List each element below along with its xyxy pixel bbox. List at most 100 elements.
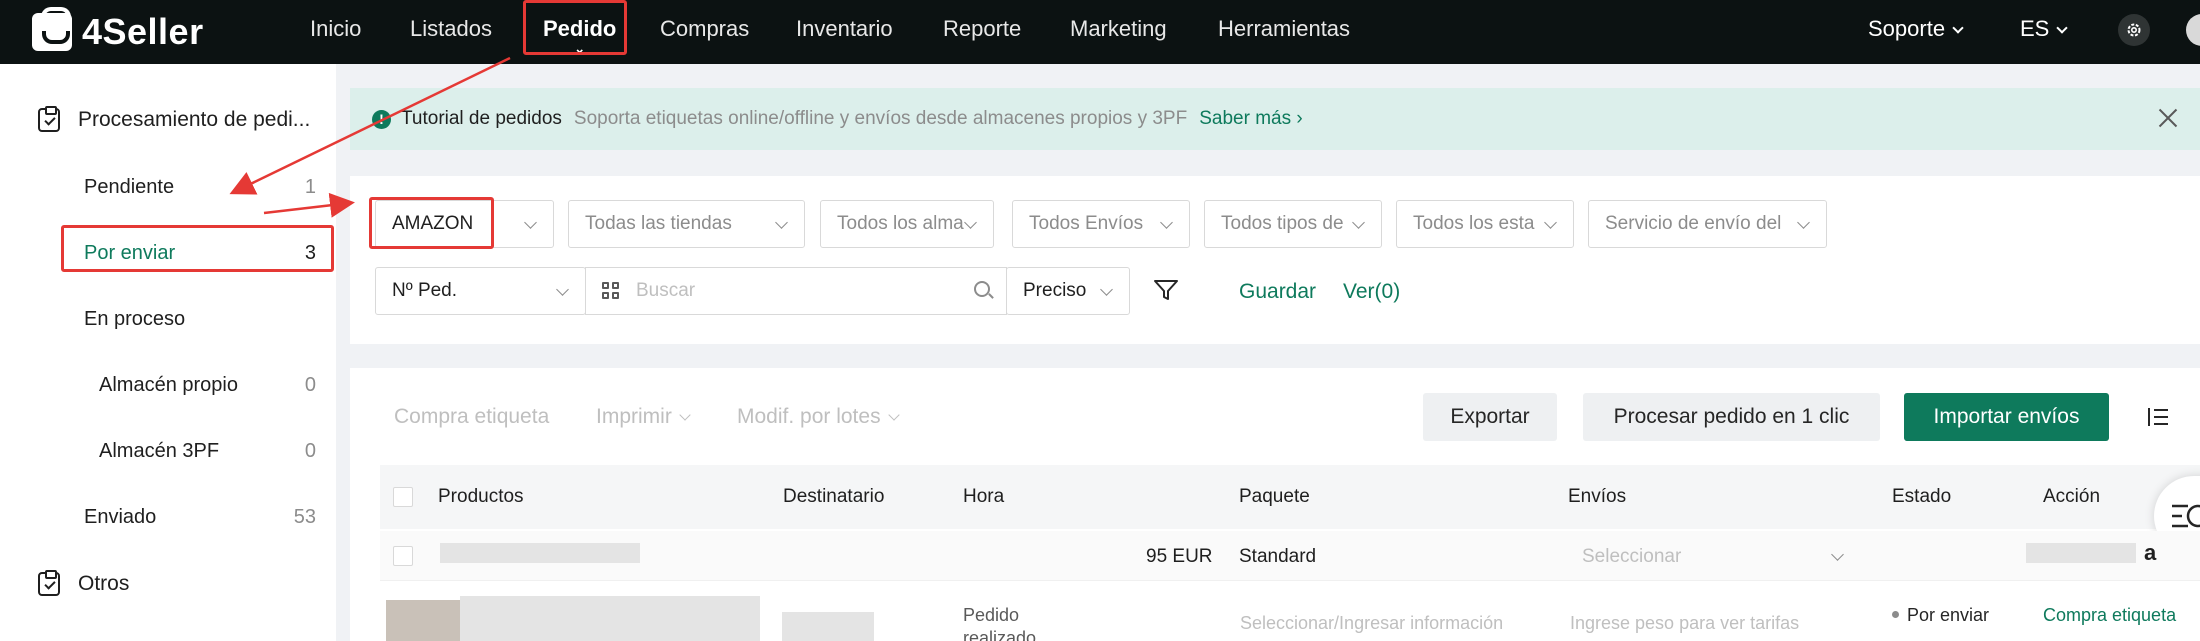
- chevron-down-icon: [1544, 216, 1557, 229]
- learn-more-label: Saber más: [1199, 108, 1292, 129]
- print-label: Imprimir: [596, 405, 672, 428]
- status-badge: Por enviar: [1892, 605, 1989, 626]
- chevron-down-icon: [964, 216, 977, 229]
- status-select-value: Todos los esta: [1413, 213, 1535, 234]
- product-blurred: [440, 543, 640, 563]
- buy-label-button[interactable]: Compra etiqueta: [394, 405, 549, 429]
- sidebar-count-almacen-3pf: 0: [304, 440, 316, 462]
- status-label: Por enviar: [1907, 605, 1990, 625]
- scan-icon: [602, 282, 620, 300]
- sidebar-count-pendiente: 1: [304, 176, 316, 198]
- language-menu[interactable]: ES: [2020, 0, 2069, 58]
- view-saved-button[interactable]: Ver(0): [1343, 280, 1400, 304]
- sidebar-count-enviado: 53: [293, 506, 316, 528]
- user-avatar[interactable]: [2186, 14, 2200, 46]
- sidebar-item-almacen-propio[interactable]: Almacén propio: [99, 374, 238, 397]
- brand-logo[interactable]: 4Seller: [32, 7, 204, 54]
- sidebar-group-order-processing[interactable]: Procesamiento de pedi...: [38, 106, 311, 132]
- sidebar-group-label: Procesamiento de pedi...: [78, 108, 311, 131]
- shipping-service-select[interactable]: Servicio de envío del: [1588, 200, 1827, 248]
- status-select[interactable]: Todos los esta: [1396, 200, 1574, 248]
- nav-item-herramientas[interactable]: Herramientas: [1218, 0, 1350, 58]
- column-header-estado: Estado: [1892, 486, 1952, 507]
- settings-button[interactable]: [2118, 14, 2150, 46]
- chevron-down-icon: [1352, 216, 1365, 229]
- status-dot-icon: [1892, 611, 1899, 618]
- banner-title: Tutorial de pedidos: [401, 108, 562, 129]
- print-menu[interactable]: Imprimir: [596, 405, 691, 429]
- chevron-down-icon: [1160, 216, 1173, 229]
- annotation-box-por-enviar: [61, 225, 334, 272]
- warehouse-select[interactable]: Todos los alma: [820, 200, 994, 248]
- batch-edit-label: Modif. por lotes: [737, 405, 881, 428]
- shipping-select-placeholder[interactable]: Seleccionar: [1582, 546, 1681, 568]
- nav-item-reporte[interactable]: Reporte: [943, 0, 1021, 58]
- chevron-down-icon: [2056, 22, 2069, 34]
- search-field-select[interactable]: Nº Ped.: [375, 267, 586, 315]
- sidebar-count-almacen-propio: 0: [304, 374, 316, 396]
- nav-item-listados[interactable]: Listados: [410, 0, 492, 58]
- chevron-down-icon: [556, 283, 569, 296]
- type-select-value: Todos tipos de: [1221, 213, 1344, 234]
- package-value: Standard: [1239, 546, 1317, 567]
- sidebar-item-pendiente[interactable]: Pendiente: [84, 176, 174, 199]
- type-select[interactable]: Todos tipos de: [1204, 200, 1382, 248]
- tutorial-banner: ! Tutorial de pedidos Soporta etiquetas …: [350, 88, 2200, 150]
- export-button[interactable]: Exportar: [1423, 393, 1557, 441]
- search-input[interactable]: Buscar: [585, 267, 1007, 315]
- sidebar-item-en-proceso[interactable]: En proceso: [84, 308, 185, 331]
- import-shipments-button[interactable]: Importar envíos: [1904, 393, 2109, 441]
- sidebar-item-enviado[interactable]: Enviado: [84, 506, 156, 529]
- product-title-blurred: [460, 596, 760, 641]
- brand-name: 4Seller: [82, 11, 204, 52]
- search-icon[interactable]: [974, 281, 990, 297]
- gear-icon: [2127, 23, 2141, 37]
- support-menu[interactable]: Soporte: [1868, 0, 1964, 58]
- chevron-down-icon: [1100, 283, 1113, 296]
- save-filter-button[interactable]: Guardar: [1239, 280, 1316, 304]
- shipping-select-value: Todos Envíos: [1029, 213, 1144, 234]
- column-header-paquete: Paquete: [1239, 486, 1310, 507]
- package-input[interactable]: Seleccionar/Ingresar información: [1240, 613, 1503, 634]
- recipient-blurred: [782, 612, 874, 641]
- shipping-select[interactable]: Todos Envíos: [1012, 200, 1190, 248]
- match-mode-value: Preciso: [1023, 280, 1087, 301]
- column-header-productos: Productos: [438, 486, 524, 507]
- batch-edit-menu[interactable]: Modif. por lotes: [737, 405, 900, 429]
- chevron-down-icon: [679, 409, 691, 421]
- nav-item-compras[interactable]: Compras: [660, 0, 749, 58]
- close-icon[interactable]: [2158, 108, 2178, 128]
- nav-item-inicio[interactable]: Inicio: [310, 0, 361, 58]
- column-header-envios: Envíos: [1568, 486, 1627, 507]
- language-label: ES: [2020, 16, 2050, 41]
- select-all-checkbox[interactable]: [393, 487, 413, 507]
- filter-icon[interactable]: [1153, 278, 1179, 302]
- banner-description: Soporta etiquetas online/offline y envío…: [573, 108, 1188, 129]
- chevron-down-icon: [775, 216, 788, 229]
- sidebar-group-otros[interactable]: Otros: [38, 570, 129, 596]
- shipping-service-select-value: Servicio de envío del: [1605, 213, 1782, 234]
- buy-label-link[interactable]: Compra etiqueta: [2043, 605, 2176, 626]
- chevron-down-icon: [1952, 22, 1964, 34]
- nav-item-marketing[interactable]: Marketing: [1070, 0, 1167, 58]
- one-click-process-button[interactable]: Procesar pedido en 1 clic: [1583, 393, 1880, 441]
- order-time-line2: realizado: [963, 628, 1037, 641]
- shipping-rate-hint: Ingrese peso para ver tarifas: [1570, 613, 1800, 633]
- row-checkbox[interactable]: [393, 546, 413, 566]
- store-select[interactable]: Todas las tiendas: [568, 200, 805, 248]
- shopping-bag-icon: [32, 7, 72, 51]
- info-icon: !: [372, 109, 391, 129]
- top-navigation-bar: 4Seller Inicio Listados Pedido ⌄ Compras…: [0, 0, 2200, 64]
- match-mode-select[interactable]: Preciso: [1006, 267, 1130, 315]
- column-settings-icon[interactable]: [2148, 408, 2168, 426]
- sidebar-item-almacen-3pf[interactable]: Almacén 3PF: [99, 440, 219, 463]
- order-id-blurred: [2026, 543, 2136, 563]
- annotation-box-amazon: [369, 197, 494, 249]
- search-field-select-value: Nº Ped.: [392, 280, 458, 301]
- order-time-line1: Pedido: [963, 605, 1020, 625]
- support-label: Soporte: [1868, 16, 1946, 41]
- column-header-hora: Hora: [963, 486, 1005, 507]
- nav-item-inventario[interactable]: Inventario: [796, 0, 893, 58]
- learn-more-link[interactable]: Saber más ›: [1199, 108, 1302, 130]
- amazon-icon: a: [2144, 540, 2157, 565]
